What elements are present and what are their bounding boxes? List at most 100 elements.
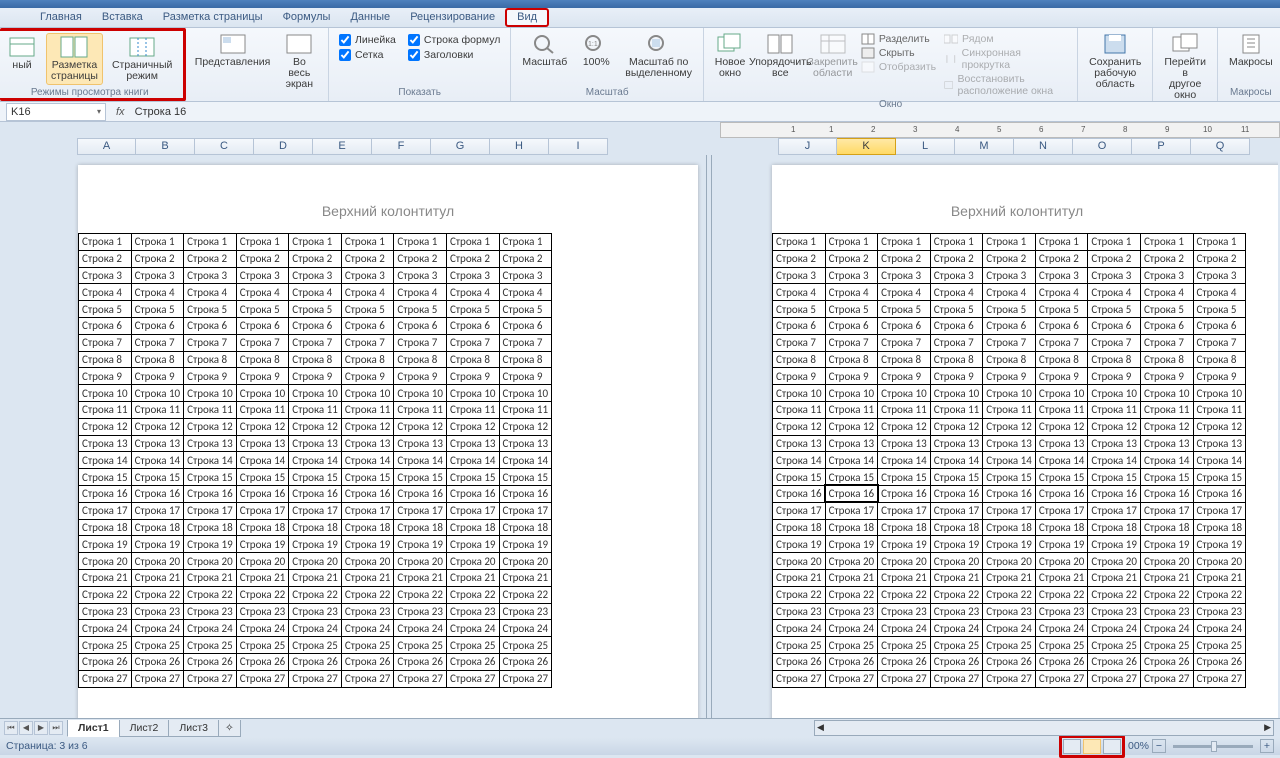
cell[interactable]: Строка 11 [289,401,342,418]
cell[interactable]: Строка 15 [878,469,931,486]
cell[interactable]: Строка 9 [983,368,1036,385]
cell[interactable]: Строка 12 [236,418,289,435]
cell[interactable]: Строка 11 [930,401,983,418]
col-header-D[interactable]: D [254,138,313,155]
tab-layout[interactable]: Разметка страницы [153,9,273,27]
chk-grid[interactable]: Сетка [339,49,396,61]
cell[interactable]: Строка 3 [878,267,931,284]
cell[interactable]: Строка 22 [1035,586,1088,603]
btn-normal-view[interactable]: ный [2,33,42,74]
cell[interactable]: Строка 11 [825,401,878,418]
cell[interactable]: Строка 10 [1088,385,1141,402]
cell[interactable]: Строка 19 [131,536,184,553]
cell[interactable]: Строка 10 [773,385,826,402]
cell[interactable]: Строка 26 [499,653,552,670]
cell[interactable]: Строка 21 [1035,569,1088,586]
cell[interactable]: Строка 19 [773,536,826,553]
cell[interactable]: Строка 6 [825,317,878,334]
cell[interactable]: Строка 24 [184,620,237,637]
cell[interactable]: Строка 13 [930,435,983,452]
cell[interactable]: Строка 23 [184,603,237,620]
cell[interactable]: Строка 10 [930,385,983,402]
cell[interactable]: Строка 4 [1035,284,1088,301]
cell[interactable]: Строка 20 [983,553,1036,570]
cell[interactable]: Строка 18 [394,519,447,536]
cell[interactable]: Строка 22 [1140,586,1193,603]
cell[interactable]: Строка 3 [394,267,447,284]
cell[interactable]: Строка 21 [446,569,499,586]
sheet-tab-2[interactable]: Лист2 [119,720,170,737]
cell[interactable]: Строка 9 [499,368,552,385]
cell[interactable]: Строка 6 [499,317,552,334]
cell[interactable]: Строка 27 [499,670,552,687]
cell[interactable]: Строка 1 [131,234,184,251]
cell[interactable]: Строка 8 [1140,351,1193,368]
cell[interactable]: Строка 16 [341,485,394,502]
cell[interactable]: Строка 22 [131,586,184,603]
cell[interactable]: Строка 22 [878,586,931,603]
col-header-A[interactable]: A [77,138,136,155]
cell[interactable]: Строка 19 [289,536,342,553]
cell[interactable]: Строка 9 [446,368,499,385]
cell[interactable]: Строка 18 [499,519,552,536]
cell[interactable]: Строка 27 [878,670,931,687]
sheet-nav-prev[interactable]: ◀ [19,721,33,735]
cell[interactable]: Строка 4 [131,284,184,301]
cell[interactable]: Строка 4 [825,284,878,301]
cell[interactable]: Строка 12 [1193,418,1246,435]
col-header-H[interactable]: H [490,138,549,155]
cell[interactable]: Строка 17 [289,502,342,519]
cell[interactable]: Строка 18 [341,519,394,536]
cell[interactable]: Строка 19 [1088,536,1141,553]
cell[interactable]: Строка 24 [825,620,878,637]
cell[interactable]: Строка 22 [184,586,237,603]
cell[interactable]: Строка 19 [499,536,552,553]
cell[interactable]: Строка 8 [236,351,289,368]
cell[interactable]: Строка 22 [1088,586,1141,603]
cell[interactable]: Строка 17 [983,502,1036,519]
cell[interactable]: Строка 8 [983,351,1036,368]
cell[interactable]: Строка 25 [131,637,184,654]
cell[interactable]: Строка 27 [131,670,184,687]
cell[interactable]: Строка 21 [825,569,878,586]
cell[interactable]: Строка 20 [131,553,184,570]
cell[interactable]: Строка 8 [184,351,237,368]
cell[interactable]: Строка 19 [341,536,394,553]
cell[interactable]: Строка 19 [79,536,132,553]
cell[interactable]: Строка 26 [983,653,1036,670]
cell[interactable]: Строка 21 [499,569,552,586]
cell[interactable]: Строка 16 [79,485,132,502]
cell[interactable]: Строка 27 [1193,670,1246,687]
cell[interactable]: Строка 15 [394,469,447,486]
cell[interactable]: Строка 23 [983,603,1036,620]
cell[interactable]: Строка 18 [79,519,132,536]
cell[interactable]: Строка 1 [878,234,931,251]
cell[interactable]: Строка 2 [825,250,878,267]
cell[interactable]: Строка 3 [930,267,983,284]
col-header-E[interactable]: E [313,138,372,155]
cell[interactable]: Строка 13 [394,435,447,452]
cell[interactable]: Строка 15 [825,469,878,486]
cell[interactable]: Строка 23 [1193,603,1246,620]
cell[interactable]: Строка 17 [1193,502,1246,519]
cell[interactable]: Строка 12 [131,418,184,435]
cell[interactable]: Строка 13 [825,435,878,452]
cell[interactable]: Строка 6 [446,317,499,334]
cell[interactable]: Строка 12 [930,418,983,435]
col-header-C[interactable]: C [195,138,254,155]
cell[interactable]: Строка 17 [1140,502,1193,519]
cell[interactable]: Строка 11 [446,401,499,418]
cell[interactable]: Строка 7 [825,334,878,351]
cell[interactable]: Строка 23 [394,603,447,620]
cell[interactable]: Строка 10 [499,385,552,402]
cell[interactable]: Строка 15 [499,469,552,486]
cell[interactable]: Строка 27 [930,670,983,687]
cell[interactable]: Строка 24 [773,620,826,637]
cell[interactable]: Строка 16 [1035,485,1088,502]
btn-switch-window[interactable]: Перейти в другое окно [1159,30,1211,104]
cell[interactable]: Строка 9 [236,368,289,385]
cell[interactable]: Строка 2 [289,250,342,267]
cell[interactable]: Строка 25 [499,637,552,654]
cell[interactable]: Строка 27 [773,670,826,687]
cell[interactable]: Строка 9 [825,368,878,385]
